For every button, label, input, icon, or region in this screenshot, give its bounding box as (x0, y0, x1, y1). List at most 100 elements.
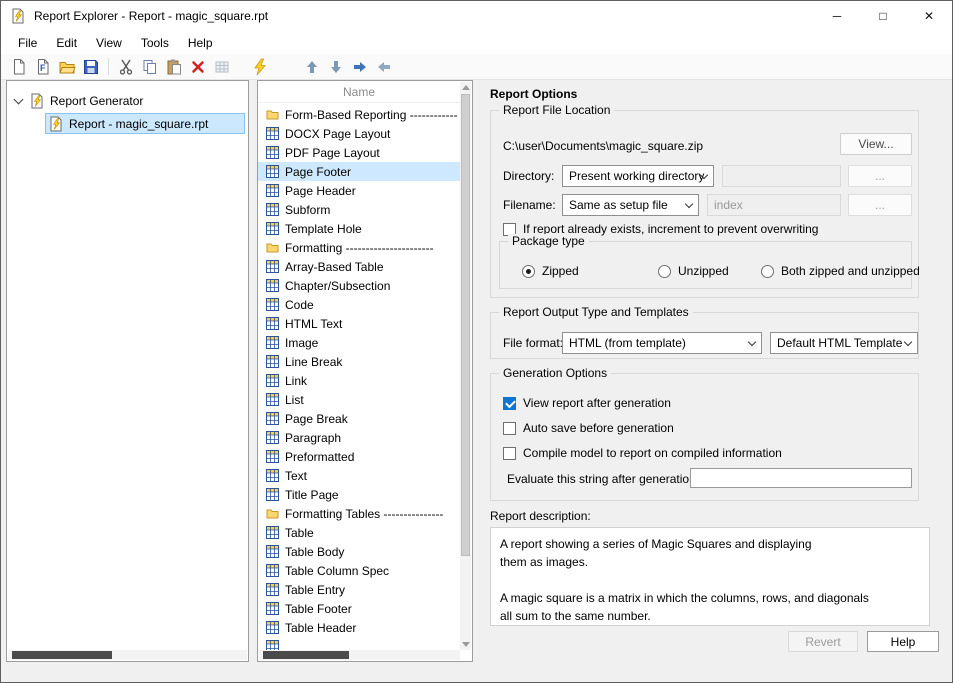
checkbox[interactable] (503, 422, 516, 435)
list-item[interactable]: Code (258, 295, 460, 314)
list-item-label: Image (285, 336, 318, 350)
checkbox[interactable] (503, 397, 516, 410)
table-component-icon (266, 222, 279, 235)
folder-icon (266, 507, 279, 520)
list-item[interactable]: PDF Page Layout (258, 143, 460, 162)
list-vertical-scrollbar[interactable] (460, 82, 471, 650)
directory-select[interactable]: Present working directory (562, 165, 714, 187)
generation-checkbox-option[interactable]: Auto save before generation (503, 421, 674, 435)
scrollbar-thumb[interactable] (12, 651, 112, 659)
list-horizontal-scrollbar[interactable] (259, 650, 460, 660)
menu-item[interactable]: Tools (132, 34, 179, 52)
menu-item[interactable]: Help (179, 34, 223, 52)
table-component-icon (266, 165, 279, 178)
menu-item[interactable]: Edit (47, 34, 87, 52)
scroll-up-arrow-icon[interactable] (462, 85, 470, 90)
table-component-icon (266, 374, 279, 387)
list-item[interactable]: Preformatted (258, 447, 460, 466)
radio-button[interactable] (658, 265, 671, 278)
list-item[interactable]: Table Body (258, 542, 460, 561)
list-item[interactable]: Table (258, 523, 460, 542)
list-item[interactable]: Chapter/Subsection (258, 276, 460, 295)
move-down-button[interactable] (324, 56, 348, 78)
list-item[interactable]: Link (258, 371, 460, 390)
list-item[interactable]: Subform (258, 200, 460, 219)
list-item[interactable]: Template Hole (258, 219, 460, 238)
filename-select[interactable]: Same as setup file (562, 194, 699, 216)
checkbox[interactable] (503, 447, 516, 460)
scroll-down-arrow-icon[interactable] (462, 642, 470, 647)
new-report-button[interactable] (7, 56, 31, 78)
list-item[interactable]: Table Column Spec (258, 561, 460, 580)
radio-button[interactable] (522, 265, 535, 278)
copy-button[interactable] (138, 56, 162, 78)
back-button[interactable] (372, 56, 396, 78)
table-component-icon (266, 203, 279, 216)
generation-checkbox-option[interactable]: Compile model to report on compiled info… (503, 446, 782, 460)
down-arrow-icon (327, 58, 345, 76)
minimize-button[interactable]: ─ (814, 1, 860, 31)
tree-item-report-selected[interactable]: Report - magic_square.rpt (45, 113, 245, 134)
delete-button[interactable] (186, 56, 210, 78)
table-component-icon (266, 146, 279, 159)
list-item[interactable]: DOCX Page Layout (258, 124, 460, 143)
list-item[interactable]: Table Header (258, 618, 460, 637)
list-item-label: Array-Based Table (285, 260, 384, 274)
list-item[interactable]: Text (258, 466, 460, 485)
list-item[interactable]: HTML Text (258, 314, 460, 333)
generation-checkbox-option[interactable]: View report after generation (503, 396, 671, 410)
package-radio-option[interactable]: Unzipped (658, 264, 729, 278)
list-item[interactable]: Table Footer (258, 599, 460, 618)
table-component-icon (266, 184, 279, 197)
list-item[interactable]: Page Break (258, 409, 460, 428)
list-item[interactable]: Title Page (258, 485, 460, 504)
open-button[interactable] (55, 56, 79, 78)
evaluate-input[interactable] (690, 468, 912, 488)
tree-root-item[interactable]: Report Generator (13, 91, 143, 111)
menu-item[interactable]: View (87, 34, 132, 52)
directory-field (722, 165, 841, 187)
scrollbar-thumb[interactable] (461, 94, 470, 556)
generate-report-button[interactable] (248, 56, 272, 78)
grid-button[interactable] (210, 56, 234, 78)
list-item[interactable]: Page Footer (258, 162, 460, 181)
close-button[interactable]: ✕ (906, 1, 952, 31)
list-item[interactable]: Formatting ---------------------- (258, 238, 460, 257)
help-button[interactable]: Help (867, 631, 939, 652)
list-item[interactable]: Image (258, 333, 460, 352)
list-item-label: Line Break (285, 355, 342, 369)
filename-browse-button[interactable]: ... (848, 194, 912, 216)
list-item[interactable]: Formatting Tables --------------- (258, 504, 460, 523)
view-button[interactable]: View... (840, 133, 912, 155)
list-item[interactable]: Array-Based Table (258, 257, 460, 276)
list-item[interactable]: Form-Based Reporting ------------ (258, 105, 460, 124)
expand-chevron-icon[interactable] (14, 94, 24, 104)
new-form-report-button[interactable]: F (31, 56, 55, 78)
revert-button[interactable]: Revert (788, 631, 858, 652)
list-item[interactable]: List (258, 390, 460, 409)
directory-browse-button[interactable]: ... (848, 165, 912, 187)
list-item[interactable]: Page Header (258, 181, 460, 200)
package-radio-option[interactable]: Zipped (522, 264, 579, 278)
description-textarea[interactable]: A report showing a series of Magic Squar… (490, 527, 930, 626)
forward-button[interactable] (348, 56, 372, 78)
package-radio-option[interactable]: Both zipped and unzipped (761, 264, 920, 278)
list-column-header[interactable]: Name (258, 81, 460, 103)
cut-button[interactable] (114, 56, 138, 78)
list-item[interactable] (258, 637, 460, 650)
table-component-icon (266, 336, 279, 349)
move-up-button[interactable] (300, 56, 324, 78)
maximize-button[interactable]: □ (860, 1, 906, 31)
list-item[interactable]: Line Break (258, 352, 460, 371)
menu-item[interactable]: File (9, 34, 47, 52)
tree-horizontal-scrollbar[interactable] (8, 650, 247, 660)
file-format-select[interactable]: HTML (from template) (562, 332, 762, 354)
scrollbar-thumb[interactable] (263, 651, 349, 659)
list-item[interactable]: Paragraph (258, 428, 460, 447)
paste-button[interactable] (162, 56, 186, 78)
radio-button[interactable] (761, 265, 774, 278)
list-item[interactable]: Table Entry (258, 580, 460, 599)
save-button[interactable] (79, 56, 103, 78)
template-select[interactable]: Default HTML Template (770, 332, 918, 354)
window-title: Report Explorer - Report - magic_square.… (34, 9, 268, 23)
